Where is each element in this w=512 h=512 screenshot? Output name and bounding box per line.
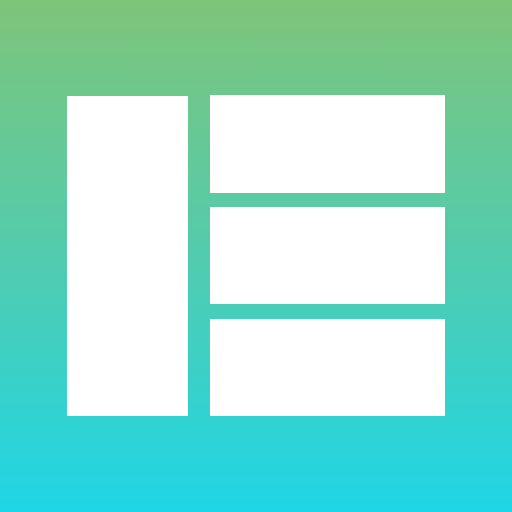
layout-panel-right-top bbox=[210, 95, 445, 193]
layout-panel-left bbox=[67, 96, 188, 416]
layout-panel-right-middle bbox=[210, 207, 445, 304]
layout-panel-right-bottom bbox=[210, 319, 445, 416]
layout-grid-icon bbox=[0, 0, 512, 512]
